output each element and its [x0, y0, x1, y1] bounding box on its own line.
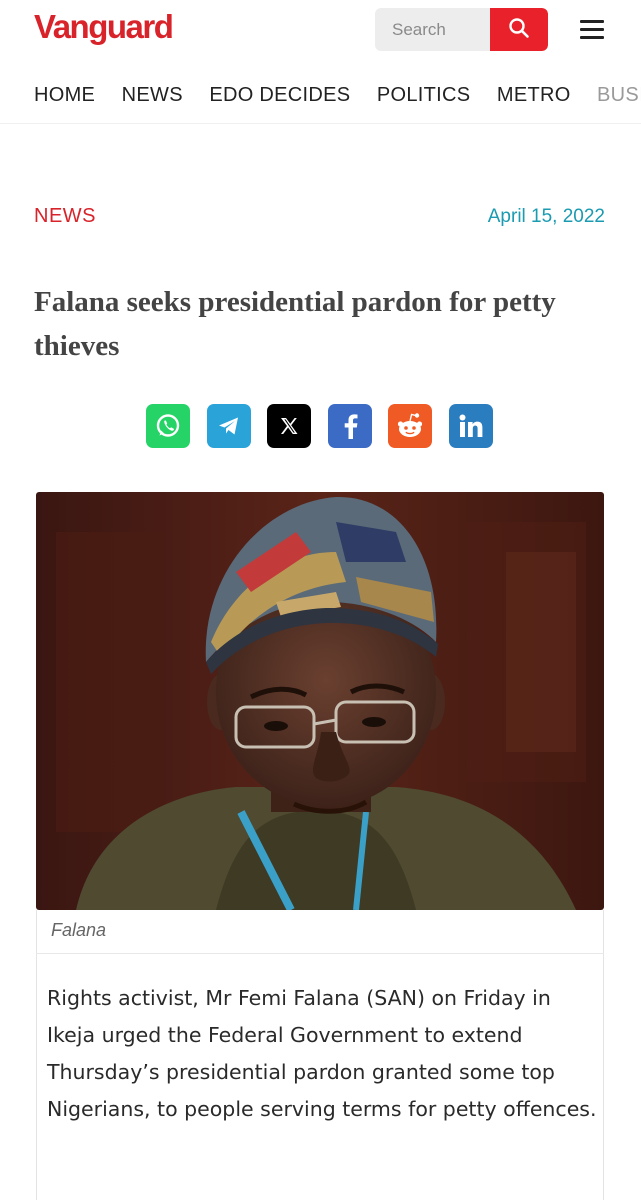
image-caption: Falana [51, 920, 107, 940]
reddit-icon[interactable] [388, 404, 432, 448]
facebook-icon[interactable] [328, 404, 372, 448]
nav-item-business[interactable]: BUSIN [597, 84, 641, 107]
site-logo[interactable]: Vanguard [34, 8, 174, 46]
hamburger-menu-icon[interactable] [578, 18, 606, 42]
article-date: April 15, 2022 [487, 206, 605, 227]
article-body: Rights activist, Mr Femi Falana (SAN) on… [47, 986, 597, 1121]
article-image[interactable] [36, 492, 604, 910]
search-input[interactable] [375, 8, 490, 51]
search-bar [375, 8, 548, 51]
article-category[interactable]: NEWS [34, 205, 96, 228]
article-title: Falana seeks presidential pardon for pet… [34, 286, 556, 362]
search-icon [508, 17, 530, 42]
site-header: Vanguard [0, 0, 641, 62]
linkedin-icon[interactable] [449, 404, 493, 448]
divider [36, 953, 604, 954]
x-icon[interactable] [267, 404, 311, 448]
nav-item-metro[interactable]: METRO [497, 84, 571, 107]
nav-item-home[interactable]: HOME [34, 84, 95, 107]
nav-item-edo-decides[interactable]: EDO DECIDES [209, 84, 350, 107]
telegram-icon[interactable] [207, 404, 251, 448]
nav-item-news[interactable]: NEWS [122, 84, 183, 107]
search-button[interactable] [490, 8, 548, 51]
whatsapp-icon[interactable] [146, 404, 190, 448]
main-nav: HOME NEWS EDO DECIDES POLITICS METRO BUS… [0, 72, 641, 124]
nav-item-politics[interactable]: POLITICS [377, 84, 471, 107]
